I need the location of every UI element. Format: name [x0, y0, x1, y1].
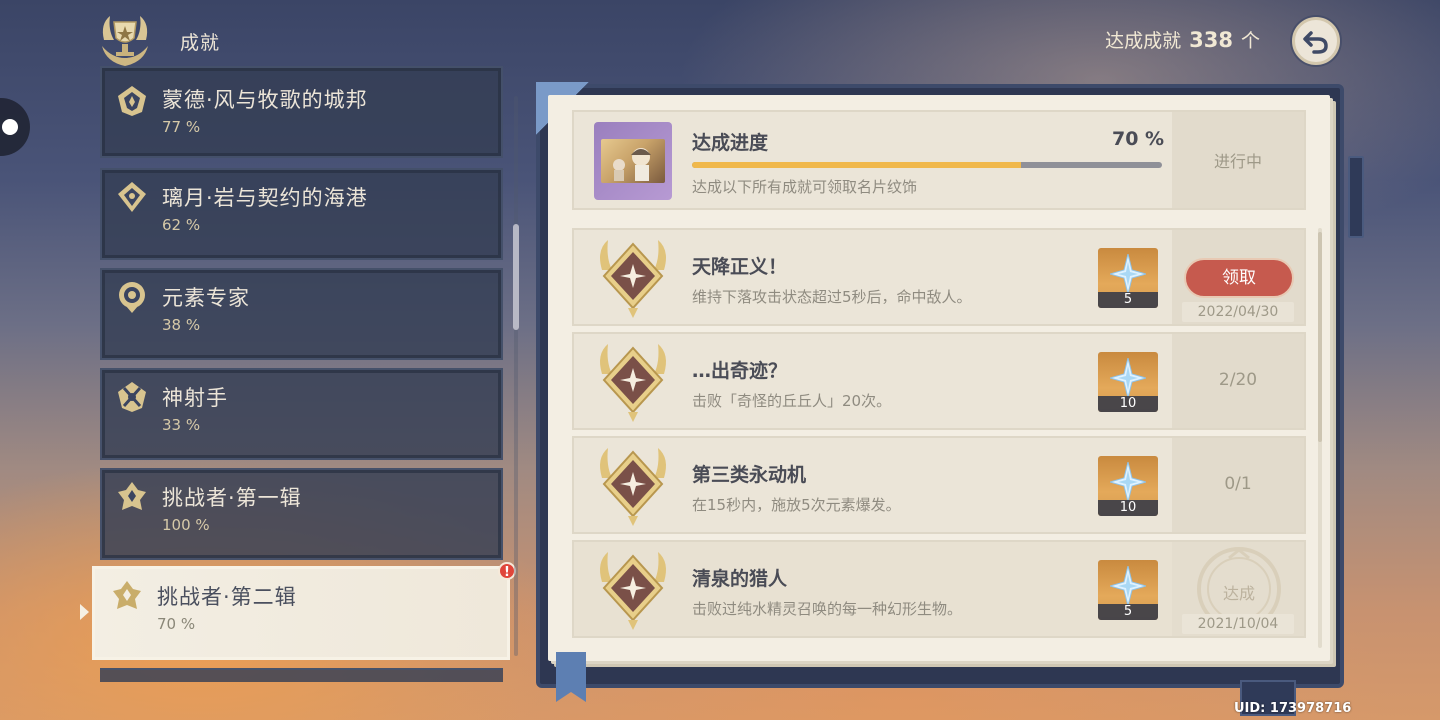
character-art-icon: [613, 148, 651, 181]
category-percent: 77 %: [162, 118, 201, 136]
achievement-medal-icon: [600, 344, 666, 422]
primogem-reward[interactable]: 5: [1098, 248, 1158, 308]
reward-quantity: 5: [1098, 292, 1158, 308]
achievement-description: 击败「奇怪的丘丘人」20次。: [692, 392, 892, 410]
achievement-description: 在15秒内，施放5次元素爆发。: [692, 496, 901, 514]
progress-title: 达成进度: [692, 132, 769, 154]
achievement-status-area: 达成 2021/10/04: [1172, 542, 1304, 636]
reward-quantity: 10: [1098, 500, 1158, 516]
series-progress-card: 达成进度 70 % 达成以下所有成就可领取名片纹饰 进行中: [572, 110, 1306, 210]
category-percent: 70 %: [157, 615, 196, 633]
category-emblem-icon: [119, 282, 145, 313]
category-emblem-icon: [113, 581, 141, 609]
achieved-count: 达成成就 338 个: [1105, 26, 1260, 53]
achieved-unit: 个: [1240, 30, 1260, 52]
category-percent: 62 %: [162, 216, 201, 234]
claim-button[interactable]: 领取: [1184, 258, 1294, 298]
achievement-progress-count: 0/1: [1224, 474, 1252, 494]
category-item-next[interactable]: [100, 668, 503, 682]
achievement-date: 2022/04/30: [1182, 302, 1294, 322]
category-percent: 33 %: [162, 416, 201, 434]
achieved-label: 达成: [1222, 584, 1255, 603]
category-name: 璃月·岩与契约的海港: [162, 186, 368, 210]
primogem-icon: [1110, 462, 1146, 502]
category-name: 蒙德·风与牧歌的城邦: [162, 88, 368, 112]
achievement-description: 击败过纯水精灵召唤的每一种幻形生物。: [692, 600, 963, 618]
category-emblem-icon: [118, 382, 146, 412]
category-percent: 38 %: [162, 316, 201, 334]
reward-quantity: 10: [1098, 396, 1158, 412]
category-item-mondstadt[interactable]: 蒙德·风与牧歌的城邦 77 %: [100, 66, 503, 158]
achievement-title: 第三类永动机: [692, 464, 807, 486]
primogem-icon: [1110, 566, 1146, 606]
category-name: 挑战者·第二辑: [157, 585, 297, 609]
category-emblem-icon: [118, 482, 146, 510]
primogem-icon: [1110, 254, 1146, 294]
primogem-reward[interactable]: 10: [1098, 456, 1158, 516]
category-name: 挑战者·第一辑: [162, 486, 302, 510]
achieved-label: 达成成就: [1105, 30, 1182, 52]
category-scrollbar[interactable]: [514, 96, 518, 656]
achievement-title: …出奇迹？: [692, 360, 788, 382]
category-emblem-icon: [118, 86, 146, 116]
category-percent: 100 %: [162, 516, 210, 534]
achievement-medal-icon: [600, 552, 666, 630]
progress-status: 进行中: [1172, 112, 1304, 208]
achievement-medal-icon: [600, 448, 666, 526]
back-button[interactable]: [1292, 17, 1340, 65]
achievement-status-area: 领取 2022/04/30: [1172, 230, 1304, 324]
progress-bar-fill: [692, 162, 1021, 168]
book-side-tab: [1348, 156, 1364, 238]
achievement-date: 2021/10/04: [1182, 614, 1294, 634]
category-item-challenger-1[interactable]: 挑战者·第一辑 100 %: [100, 468, 503, 560]
namecard-reward-image[interactable]: [594, 122, 672, 200]
back-arrow-icon: [1303, 31, 1328, 54]
achievement-title: 清泉的猎人: [692, 568, 788, 590]
achievement-progress-count: 2/20: [1218, 370, 1258, 390]
achievement-status-area: 2/20: [1172, 334, 1304, 428]
primogem-reward[interactable]: 10: [1098, 352, 1158, 412]
achievement-row[interactable]: 清泉的猎人 击败过纯水精灵召唤的每一种幻形生物。 5 达成 2021/10/04: [572, 540, 1306, 638]
progress-percent: 70 %: [1112, 128, 1165, 150]
category-name: 神射手: [162, 386, 228, 410]
category-item-elemental-specialist[interactable]: 元素专家 38 %: [100, 268, 503, 360]
achievement-title: 天降正义！: [692, 256, 788, 278]
achievement-scrollbar-thumb[interactable]: [1318, 232, 1322, 442]
achievement-row[interactable]: 第三类永动机 在15秒内，施放5次元素爆发。 10 0/1: [572, 436, 1306, 534]
category-emblem-icon: [118, 182, 146, 212]
achievement-medal-icon: [600, 240, 666, 318]
achievement-row[interactable]: …出奇迹？ 击败「奇怪的丘丘人」20次。 10 2/20: [572, 332, 1306, 430]
progress-description: 达成以下所有成就可领取名片纹饰: [692, 178, 918, 196]
player-uid: UID: 173978716: [1234, 701, 1352, 716]
category-name: 元素专家: [162, 286, 250, 310]
progress-bar: [692, 162, 1162, 168]
selected-indicator-icon: [80, 604, 89, 620]
bookmark-ribbon: [556, 652, 586, 702]
category-item-liyue[interactable]: 璃月·岩与契约的海港 62 %: [100, 168, 503, 260]
namecard-art: [601, 139, 665, 183]
category-scrollbar-thumb[interactable]: [513, 224, 519, 330]
achievement-row[interactable]: 天降正义！ 维持下落攻击状态超过5秒后，命中敌人。 5 领取 2022/04/3…: [572, 228, 1306, 326]
primogem-icon: [1110, 358, 1146, 398]
achieved-number: 338: [1189, 28, 1233, 52]
category-item-challenger-2[interactable]: 挑战者·第二辑 70 %: [92, 566, 510, 660]
primogem-reward[interactable]: 5: [1098, 560, 1158, 620]
achievement-status-area: 0/1: [1172, 438, 1304, 532]
category-item-marksman[interactable]: 神射手 33 %: [100, 368, 503, 460]
category-list: 蒙德·风与牧歌的城邦 77 % 璃月·岩与契约的海港 62 % 元素专家 38 …: [0, 0, 520, 720]
achievement-description: 维持下落攻击状态超过5秒后，命中敌人。: [692, 288, 972, 306]
reward-quantity: 5: [1098, 604, 1158, 620]
